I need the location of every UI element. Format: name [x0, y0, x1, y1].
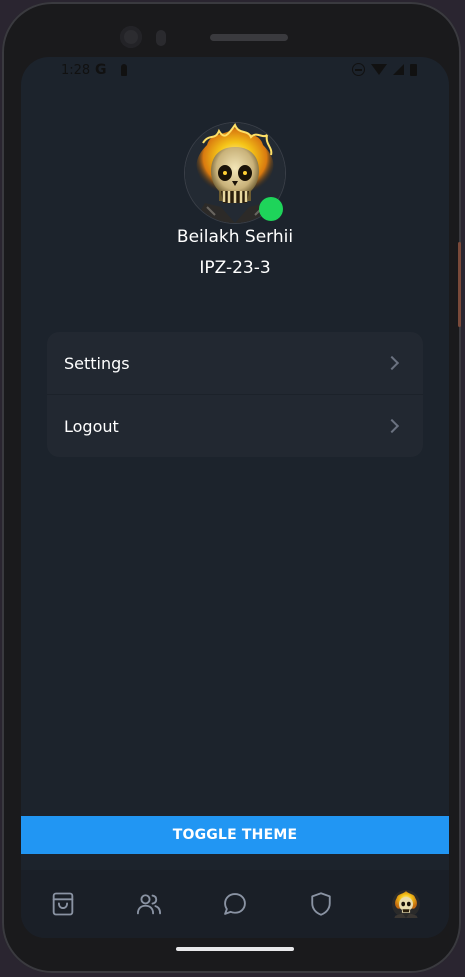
earpiece-speaker: [210, 34, 288, 41]
online-status-dot: [259, 197, 283, 221]
toggle-theme-label: TOGGLE THEME: [172, 827, 298, 843]
google-icon: G: [95, 62, 107, 78]
signal-icon: [393, 64, 404, 75]
nav-item-profile[interactable]: [390, 888, 422, 920]
do-not-disturb-icon: [352, 63, 365, 76]
status-bar: 1:28 G: [21, 57, 449, 85]
users-icon: [136, 894, 162, 915]
phone-frame: 1:28 G Beilakh Serhii IPZ-23-3 Settings …: [2, 2, 461, 973]
menu-item-label: Settings: [64, 353, 130, 373]
user-group: IPZ-23-3: [199, 258, 271, 278]
chevron-right-icon: [384, 355, 400, 371]
front-camera: [120, 26, 142, 48]
nav-item-security[interactable]: [305, 888, 337, 920]
side-button: [458, 242, 461, 327]
nav-item-chat[interactable]: [219, 888, 251, 920]
sensor: [156, 30, 166, 46]
key-icon: [121, 64, 127, 76]
shield-icon: [311, 892, 331, 916]
shopping-bag-icon: [52, 892, 74, 916]
toggle-theme-button[interactable]: TOGGLE THEME: [21, 816, 449, 854]
status-time: 1:28: [61, 63, 91, 78]
battery-icon: [410, 63, 417, 76]
menu-item-label: Logout: [64, 416, 119, 436]
chat-bubble-icon: [224, 893, 246, 915]
status-icons: [352, 63, 417, 76]
nav-item-shop[interactable]: [47, 888, 79, 920]
menu-item-logout[interactable]: Logout: [47, 394, 423, 457]
chevron-right-icon: [384, 418, 400, 434]
app-screen: 1:28 G Beilakh Serhii IPZ-23-3 Settings …: [21, 57, 449, 938]
nav-item-users[interactable]: [133, 888, 165, 920]
profile-avatar-icon: [392, 890, 420, 918]
home-indicator[interactable]: [176, 947, 294, 951]
user-name: Beilakh Serhii: [176, 227, 294, 247]
bottom-navigation: [21, 870, 449, 938]
profile-menu: Settings Logout: [47, 332, 423, 457]
wifi-icon: [371, 64, 387, 75]
menu-item-settings[interactable]: Settings: [47, 332, 423, 394]
